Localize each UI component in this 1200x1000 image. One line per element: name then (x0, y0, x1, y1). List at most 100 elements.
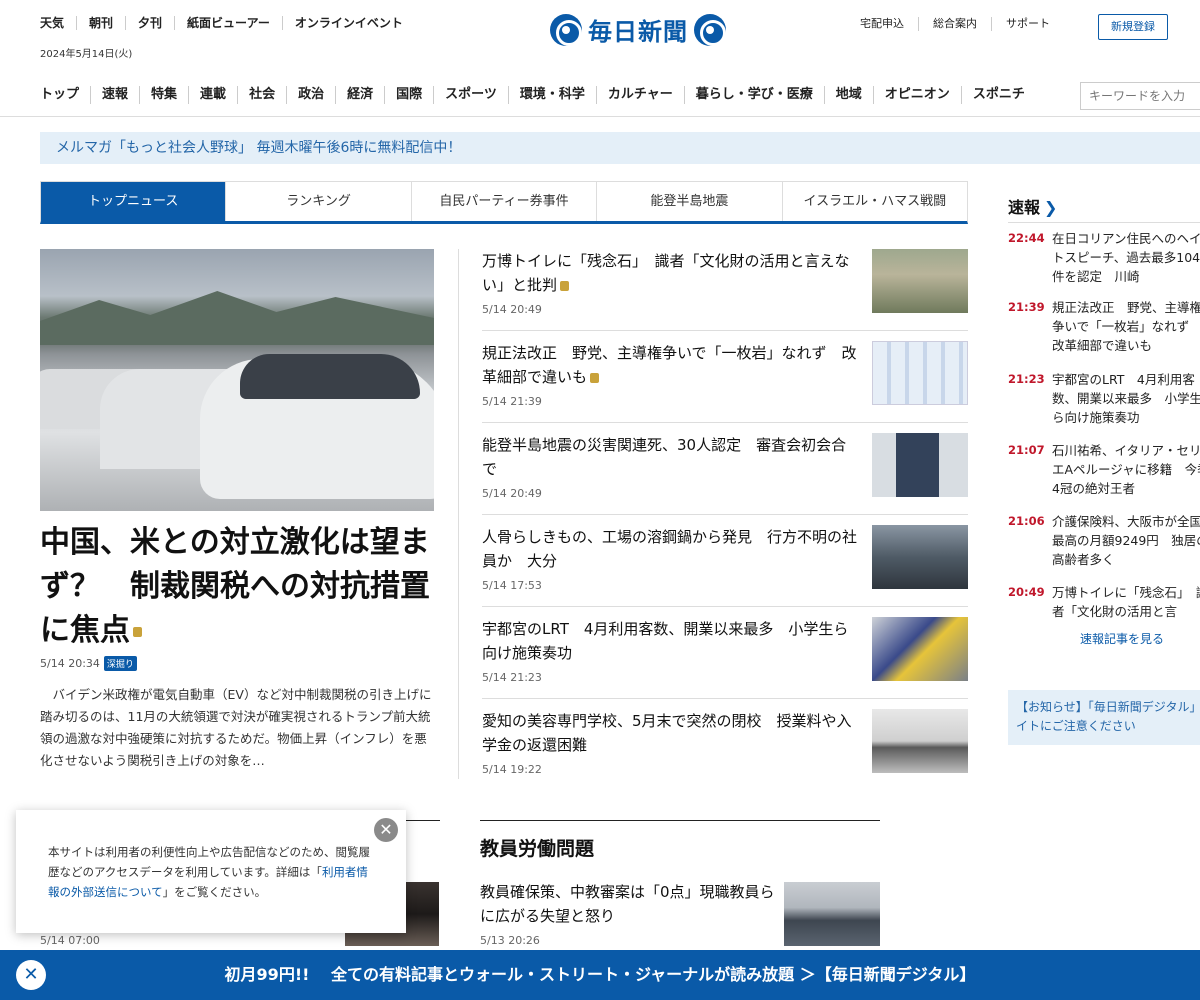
notice-text: 【お知らせ】「毎日新聞デジタル」に似せた偽サイトにご注意ください (1016, 700, 1200, 733)
image-mountains (40, 291, 434, 345)
top-link-morning[interactable]: 朝刊 (76, 16, 125, 30)
lead-title-text: 中国、米との対立激化は望まず？ 制裁関税への対抗措置に焦点 (40, 525, 430, 648)
breaking-item[interactable]: 21:06 介護保険料、大阪市が全国最高の月額9249円 独居の高齢者多く (1008, 512, 1200, 572)
nav-item-region[interactable]: 地域 (823, 86, 873, 104)
news-title: 能登半島地震の災害関連死、30人認定 審査会初会合で (482, 436, 847, 478)
news-thumbnail (872, 249, 968, 313)
header-date: 2024年5月14日(火) (40, 49, 133, 60)
breaking-item[interactable]: 21:07 石川祐希、イタリア・セリエAペルージャに移籍 今季4冠の絶対王者 (1008, 441, 1200, 501)
news-title: 規正法改正 野党、主導権争いで「一枚岩」なれず 改革細部で違いも (482, 341, 857, 389)
delivery-link[interactable]: 宅配申込 (860, 17, 918, 31)
breaking-item[interactable]: 21:39 規正法改正 野党、主導権争いで「一枚岩」なれず 改革細部で違いも (1008, 298, 1200, 358)
breaking-time: 21:39 (1008, 300, 1045, 314)
news-thumbnail (872, 433, 968, 497)
subscription-promo-bar[interactable]: 初月99円!! 全ての有料記事とウォール・ストリート・ジャーナルが読み放題 ＞【… (0, 950, 1200, 1000)
search-input[interactable] (1080, 82, 1200, 110)
nav-item-economy[interactable]: 経済 (335, 86, 384, 104)
list-item[interactable]: 万博トイレに「残念石」 識者「文化財の活用と言えない」と批判 5/14 20:4… (482, 249, 968, 331)
news-title: 人骨らしきもの、工場の溶鋼鍋から発見 行方不明の社員か 大分 (482, 528, 858, 570)
nav-item-international[interactable]: 国際 (384, 86, 433, 104)
list-item[interactable]: 宇都宮のLRT 4月利用客数、開業以来最多 小学生ら向け施策奏功 5/14 21… (482, 617, 968, 699)
top-link-events[interactable]: オンラインイベント (281, 16, 415, 30)
news-thumbnail (872, 525, 968, 589)
breaking-time: 21:23 (1008, 372, 1045, 386)
news-date: 5/14 20:49 (482, 487, 542, 500)
top-links: 天気 朝刊 夕刊 紙面ビューアー オンラインイベント (40, 16, 415, 30)
nav-item-sports[interactable]: スポーツ (433, 86, 508, 104)
column-divider (458, 249, 459, 779)
support-link[interactable]: サポート (991, 17, 1064, 31)
site-logo[interactable]: 毎日新聞 (550, 12, 726, 47)
section-article-title[interactable]: 教員確保策、中教審案は「0点」現職教員らに広がる失望と怒り (480, 880, 780, 928)
guide-link[interactable]: 総合案内 (918, 17, 991, 31)
nav-item-breaking[interactable]: 速報 (90, 86, 139, 104)
news-title-text: 規正法改正 野党、主導権争いで「一枚岩」なれず 改革細部で違いも (482, 344, 857, 386)
breaking-heading-text: 速報 (1008, 198, 1041, 217)
newsletter-banner[interactable]: メルマガ「もっと社会人野球」 毎週木曜午後6時に無料配信中！ (40, 132, 1200, 164)
news-date: 5/14 21:39 (482, 395, 542, 408)
top-link-weather[interactable]: 天気 (40, 16, 76, 30)
news-thumbnail (872, 617, 968, 681)
deep-dive-badge: 深掘り (103, 656, 137, 671)
main-nav: トップ 速報 特集 連載 社会 政治 経済 国際 スポーツ 環境・科学 カルチャ… (40, 86, 1036, 104)
cookie-notice: 本サイトは利用者の利便性向上や広告配信などのため、閲覧履歴などのアクセスデータを… (16, 810, 406, 933)
logo-emblem-icon-right (694, 13, 726, 46)
section-article-thumbnail[interactable] (784, 882, 880, 946)
nav-item-society[interactable]: 社会 (237, 86, 286, 104)
breaking-text: 石川祐希、イタリア・セリエAペルージャに移籍 今季4冠の絶対王者 (1052, 443, 1200, 496)
fake-site-notice[interactable]: 【お知らせ】「毎日新聞デジタル」に似せた偽サイトにご注意ください (1008, 690, 1200, 745)
lock-icon (560, 280, 570, 291)
logo-emblem-icon (550, 13, 582, 46)
breaking-text: 在日コリアン住民へのヘイトスピーチ、過去最多104件を認定 川崎 (1052, 231, 1200, 284)
section-title[interactable]: 教員労働問題 (480, 834, 594, 861)
list-item[interactable]: 愛知の美容専門学校、5月末で突然の閉校 授業料や入学金の返還困難 5/14 19… (482, 709, 968, 779)
breaking-time: 20:49 (1008, 585, 1045, 599)
nav-item-politics[interactable]: 政治 (286, 86, 335, 104)
tab-top-news[interactable]: トップニュース (41, 182, 226, 221)
left-article-date: 5/14 07:00 (40, 934, 100, 947)
tab-ldp-fund[interactable]: 自民パーティー券事件 (410, 182, 596, 221)
tab-ranking[interactable]: ランキング (225, 182, 410, 221)
news-title-text: 万博トイレに「残念石」 識者「文化財の活用と言えない」と批判 (482, 252, 850, 294)
news-title: 愛知の美容専門学校、5月末で突然の閉校 授業料や入学金の返還困難 (482, 712, 852, 754)
nav-item-life[interactable]: 暮らし・学び・医療 (683, 86, 824, 104)
lead-date: 5/14 20:34 (40, 657, 100, 670)
breaking-text: 介護保険料、大阪市が全国最高の月額9249円 独居の高齢者多く (1052, 514, 1200, 567)
lead-article-image[interactable] (40, 249, 434, 511)
top-link-viewer[interactable]: 紙面ビューアー (174, 16, 282, 30)
list-item[interactable]: 能登半島地震の災害関連死、30人認定 審査会初会合で 5/14 20:49 (482, 433, 968, 515)
list-item[interactable]: 人骨らしきもの、工場の溶鋼鍋から発見 行方不明の社員か 大分 5/14 17:5… (482, 525, 968, 607)
image-car-window (240, 354, 420, 399)
nav-item-opinion[interactable]: オピニオン (872, 86, 961, 104)
tab-noto-quake[interactable]: 能登半島地震 (596, 182, 781, 221)
nav-item-culture[interactable]: カルチャー (595, 86, 684, 104)
nav-item-science[interactable]: 環境・科学 (507, 86, 596, 104)
top-link-evening[interactable]: 夕刊 (125, 16, 174, 30)
breaking-more-link[interactable]: 速報記事を見る (1080, 630, 1164, 647)
section-rule-left (400, 820, 440, 821)
close-icon[interactable]: ✕ (374, 818, 398, 842)
list-item[interactable]: 規正法改正 野党、主導権争いで「一枚岩」なれず 改革細部で違いも 5/14 21… (482, 341, 968, 423)
news-thumbnail (872, 341, 968, 405)
nav-item-features[interactable]: 特集 (139, 86, 188, 104)
close-promo-icon[interactable]: ✕ (16, 960, 46, 990)
chevron-right-icon: ❯ (1044, 198, 1058, 217)
section-article-date: 5/13 20:26 (480, 934, 540, 947)
news-title: 万博トイレに「残念石」 識者「文化財の活用と言えない」と批判 (482, 249, 857, 297)
tab-israel-hamas[interactable]: イスラエル・ハマス戦闘 (781, 182, 967, 221)
lock-icon (133, 626, 142, 637)
breaking-item[interactable]: 22:44 在日コリアン住民へのヘイトスピーチ、過去最多104件を認定 川崎 (1008, 229, 1200, 289)
news-date: 5/14 21:23 (482, 671, 542, 684)
lead-article-body: バイデン米政権が電気自動車（EV）など対中制裁関税の引き上げに踏み切るのは、11… (40, 687, 432, 768)
breaking-item[interactable]: 20:49 万博トイレに「残念石」 識者「文化財の活用と言 (1008, 583, 1200, 623)
nav-item-sponichi[interactable]: スポニチ (960, 86, 1036, 104)
nav-item-series[interactable]: 連載 (188, 86, 237, 104)
news-title: 宇都宮のLRT 4月利用客数、開業以来最多 小学生ら向け施策奏功 (482, 620, 849, 662)
lead-article-title[interactable]: 中国、米との対立激化は望まず？ 制裁関税への対抗措置に焦点 (40, 521, 440, 653)
nav-item-top[interactable]: トップ (40, 86, 90, 104)
lock-icon (590, 372, 600, 383)
breaking-item[interactable]: 21:23 宇都宮のLRT 4月利用客数、開業以来最多 小学生ら向け施策奏功 (1008, 370, 1200, 430)
breaking-news-heading[interactable]: 速報 ❯ (1008, 194, 1057, 218)
signup-button[interactable]: 新規登録 (1098, 14, 1168, 40)
logo-text: 毎日新聞 (588, 17, 688, 46)
